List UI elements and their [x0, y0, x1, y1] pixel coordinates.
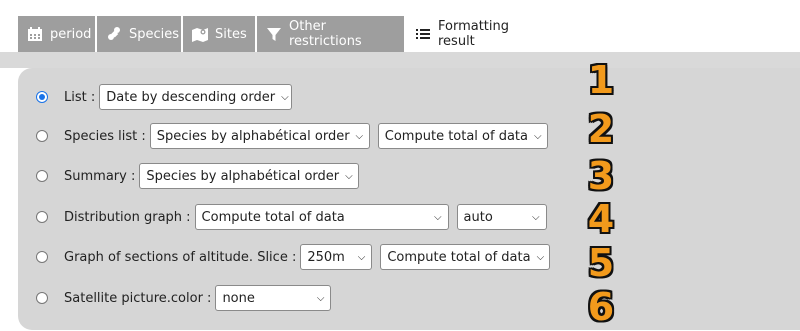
option-label: Satellite picture.color :	[64, 290, 212, 306]
select-value: 250m	[307, 249, 345, 265]
chevron-down-icon: ⌵	[433, 211, 442, 223]
calendar-icon	[26, 25, 44, 43]
option-altitude-graph: Graph of sections of altitude. Slice : 2…	[36, 244, 558, 270]
select-altitude-slice[interactable]: 250m ⌵	[300, 244, 373, 270]
tab-other-restrictions[interactable]: Other restrictions	[257, 16, 405, 52]
tab-species[interactable]: Species	[97, 16, 182, 52]
tab-label: period	[50, 26, 92, 42]
badge-number: 5	[587, 241, 615, 285]
select-value: auto	[463, 209, 493, 225]
radio-satellite-picture[interactable]	[36, 292, 48, 304]
tab-sites[interactable]: Sites	[183, 16, 256, 52]
option-list: List : Date by descending order ⌵	[36, 84, 300, 110]
select-summary-order[interactable]: Species by alphabétical order ⌵	[139, 163, 360, 189]
chevron-down-icon: ⌵	[355, 130, 364, 142]
select-distribution-scale[interactable]: auto ⌵	[456, 204, 547, 230]
tab-period[interactable]: period	[18, 16, 96, 52]
filter-icon	[265, 25, 283, 43]
option-label: Species list :	[64, 128, 146, 144]
tab-bar: period Species Sites Other restrictions …	[0, 0, 800, 52]
chevron-down-icon: ⌵	[281, 91, 289, 103]
badge-number: 6	[587, 285, 615, 329]
chevron-down-icon: ⌵	[357, 251, 366, 263]
chevron-down-icon: ⌵	[345, 170, 353, 182]
tab-label: Other restrictions	[289, 19, 362, 49]
select-value: Compute total of data	[387, 249, 531, 265]
option-label: List :	[64, 89, 96, 105]
tab-label: Sites	[215, 26, 247, 42]
list-icon	[414, 25, 432, 43]
radio-summary[interactable]	[36, 170, 48, 182]
radio-distribution-graph[interactable]	[36, 211, 48, 223]
select-species-order[interactable]: Species by alphabétical order ⌵	[149, 123, 370, 149]
option-satellite-picture: Satellite picture.color : none ⌵	[36, 285, 339, 311]
select-species-compute[interactable]: Compute total of data ⌵	[377, 123, 548, 149]
species-icon	[105, 25, 123, 43]
tab-underline	[0, 52, 800, 68]
option-label: Graph of sections of altitude. Slice :	[64, 249, 297, 265]
select-value: Species by alphabétical order	[146, 168, 340, 184]
radio-species-list[interactable]	[36, 130, 48, 142]
select-value: Species by alphabétical order	[156, 128, 350, 144]
chevron-down-icon: ⌵	[534, 130, 542, 142]
radio-list[interactable]	[36, 91, 48, 103]
select-value: none	[222, 290, 255, 306]
badge-number: 2	[587, 107, 615, 151]
select-altitude-compute[interactable]: Compute total of data ⌵	[380, 244, 551, 270]
select-distribution-compute[interactable]: Compute total of data ⌵	[194, 204, 449, 230]
badge-number: 4	[587, 197, 615, 241]
option-label: Distribution graph :	[64, 209, 191, 225]
option-species-list: Species list : Species by alphabétical o…	[36, 123, 556, 149]
badge-number: 3	[587, 154, 615, 198]
map-icon	[191, 25, 209, 43]
option-summary: Summary : Species by alphabétical order ⌵	[36, 163, 367, 189]
select-value: Date by descending order	[106, 89, 276, 105]
select-list-order[interactable]: Date by descending order ⌵	[99, 84, 293, 110]
radio-altitude-graph[interactable]	[36, 251, 48, 263]
tab-label: Species	[129, 26, 180, 42]
chevron-down-icon: ⌵	[316, 292, 325, 304]
select-value: Compute total of data	[384, 128, 528, 144]
tab-label: Formatting result	[438, 19, 510, 49]
badge-number: 1	[587, 58, 615, 102]
chevron-down-icon: ⌵	[531, 211, 540, 223]
chevron-down-icon: ⌵	[536, 251, 545, 263]
select-value: Compute total of data	[201, 209, 345, 225]
option-label: Summary :	[64, 168, 136, 184]
select-satellite-color[interactable]: none ⌵	[215, 285, 332, 311]
option-distribution-graph: Distribution graph : Compute total of da…	[36, 204, 555, 230]
tab-formatting-result[interactable]: Formatting result	[406, 16, 555, 52]
